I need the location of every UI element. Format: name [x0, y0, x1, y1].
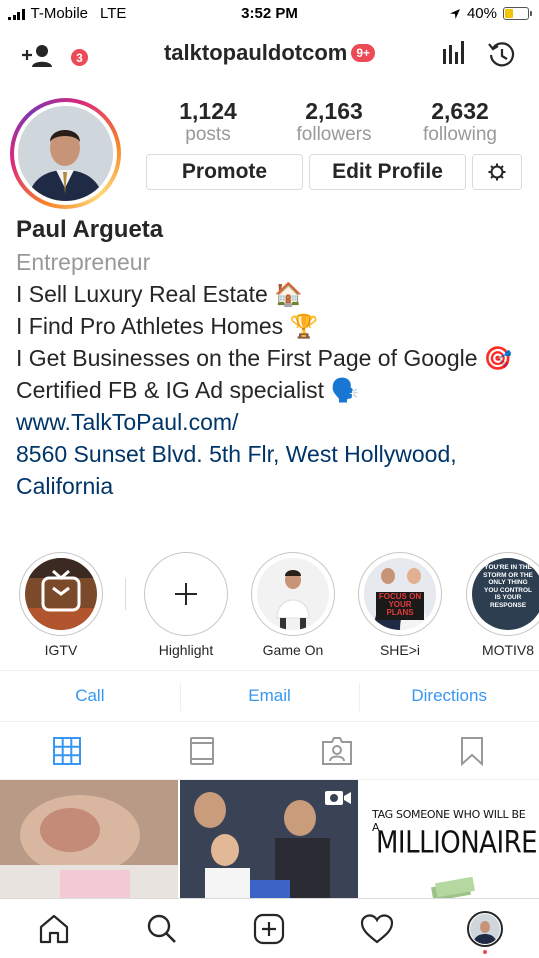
battery-area: 40% — [449, 5, 532, 22]
followers-count[interactable]: 2,163 followers — [279, 98, 389, 146]
location-arrow-icon — [449, 8, 460, 19]
settings-button[interactable] — [472, 154, 522, 190]
video-icon — [325, 791, 351, 805]
edit-profile-button[interactable]: Edit Profile — [309, 154, 466, 190]
highlight-label: Highlight — [158, 642, 214, 658]
address-link[interactable]: 8560 Sunset Blvd. 5th Flr, West Hollywoo… — [16, 438, 531, 502]
activity-icon — [361, 913, 394, 943]
nav-search[interactable] — [108, 899, 216, 958]
following-count[interactable]: 2,632 following — [405, 98, 515, 146]
bio-line: I Find Pro Athletes Homes 🏆 — [16, 313, 319, 339]
nav-activity[interactable] — [323, 899, 431, 958]
profile-notification-dot — [483, 950, 488, 954]
following-value: 2,632 — [431, 98, 489, 124]
insights-icon[interactable] — [441, 40, 465, 66]
money-icon — [431, 876, 475, 900]
highlight-divider — [125, 578, 126, 610]
highlight-she[interactable]: FOCUS ON YOUR PLANS SHE>i — [358, 552, 442, 658]
highlight-game-on-cover — [257, 558, 329, 630]
search-icon — [147, 914, 176, 943]
post-thumbnail[interactable] — [0, 780, 178, 900]
post-thumbnail[interactable]: TAG SOMEONE WHO WILL BE A MILLIONAIRE — [360, 780, 538, 900]
promote-button[interactable]: Promote — [146, 154, 303, 190]
profile-photo — [18, 106, 113, 201]
gear-icon — [488, 163, 506, 181]
posts-count[interactable]: 1,124 posts — [153, 98, 263, 146]
full-name: Paul Argueta — [16, 216, 164, 243]
profile-header: 3 talktopauldotcom 9+ — [0, 28, 539, 80]
directions-button[interactable]: Directions — [359, 671, 539, 721]
saved-icon — [460, 736, 483, 766]
tab-saved[interactable] — [404, 722, 539, 779]
battery-level — [505, 9, 514, 18]
category-label: Entrepreneur — [16, 249, 151, 275]
plus-icon — [175, 583, 197, 605]
profile-avatar — [467, 910, 504, 947]
bio-line: I Sell Luxury Real Estate 🏠 — [16, 281, 303, 307]
highlight-igtv[interactable]: IGTV — [19, 552, 103, 658]
profile-tabs — [0, 722, 539, 780]
website-link[interactable]: www.TalkToPaul.com/ — [16, 406, 531, 438]
highlight-motiv8-cover: YOU'RE IN THE STORM OR THE ONLY THING YO… — [472, 558, 539, 630]
posts-value: 1,124 — [179, 98, 237, 124]
bio-line: I Get Businesses on the First Page of Go… — [16, 345, 513, 371]
highlight-label: Game On — [262, 642, 324, 658]
contact-options: Call Email Directions — [0, 670, 539, 722]
highlight-she-sign: FOCUS ON YOUR PLANS — [378, 592, 422, 617]
bio-line: Certified FB & IG Ad specialist 🗣️ — [16, 377, 360, 403]
highlight-label: SHE>i — [379, 642, 421, 658]
username: talktopauldotcom — [163, 40, 348, 65]
highlight-she-cover: FOCUS ON YOUR PLANS — [364, 558, 436, 630]
post-caption-line2: MILLIONAIRE — [376, 826, 538, 861]
tab-igtv[interactable] — [135, 722, 270, 779]
following-label: following — [423, 124, 497, 145]
nav-new-post[interactable] — [216, 899, 324, 958]
post-thumbnail[interactable] — [180, 780, 358, 900]
tab-grid[interactable] — [0, 722, 135, 779]
status-bar: T-Mobile LTE 3:52 PM 40% — [0, 0, 539, 28]
new-highlight-button[interactable]: Highlight — [144, 552, 228, 658]
profile-avatar-story-ring[interactable] — [10, 98, 121, 209]
tagged-icon — [321, 736, 352, 765]
nav-home[interactable] — [0, 899, 108, 958]
new-post-icon — [254, 913, 285, 944]
highlight-label: IGTV — [44, 642, 78, 658]
highlight-motiv8[interactable]: YOU'RE IN THE STORM OR THE ONLY THING YO… — [466, 552, 539, 658]
email-button[interactable]: Email — [179, 671, 360, 721]
tab-tagged[interactable] — [270, 722, 405, 779]
nav-profile[interactable] — [431, 899, 539, 958]
followers-label: followers — [296, 124, 372, 145]
highlight-motiv8-text: YOU'RE IN THE STORM OR THE ONLY THING YO… — [483, 564, 533, 609]
archive-icon[interactable] — [487, 40, 517, 70]
highlight-game-on[interactable]: Game On — [251, 552, 335, 658]
bottom-navigation — [0, 898, 539, 958]
call-button[interactable]: Call — [0, 671, 180, 721]
highlight-igtv-cover — [25, 558, 97, 630]
igtv-icon — [190, 736, 215, 765]
grid-icon — [53, 736, 82, 765]
posts-grid: TAG SOMEONE WHO WILL BE A MILLIONAIRE — [0, 780, 539, 900]
posts-label: posts — [185, 124, 231, 145]
account-badge: 9+ — [351, 44, 376, 62]
home-icon — [39, 914, 68, 943]
battery-percent: 40% — [466, 5, 497, 22]
followers-value: 2,163 — [305, 98, 363, 124]
highlight-label: MOTIV8 — [481, 642, 535, 658]
battery-icon — [503, 7, 532, 20]
profile-bio: Paul Argueta Entrepreneur I Sell Luxury … — [16, 214, 531, 502]
